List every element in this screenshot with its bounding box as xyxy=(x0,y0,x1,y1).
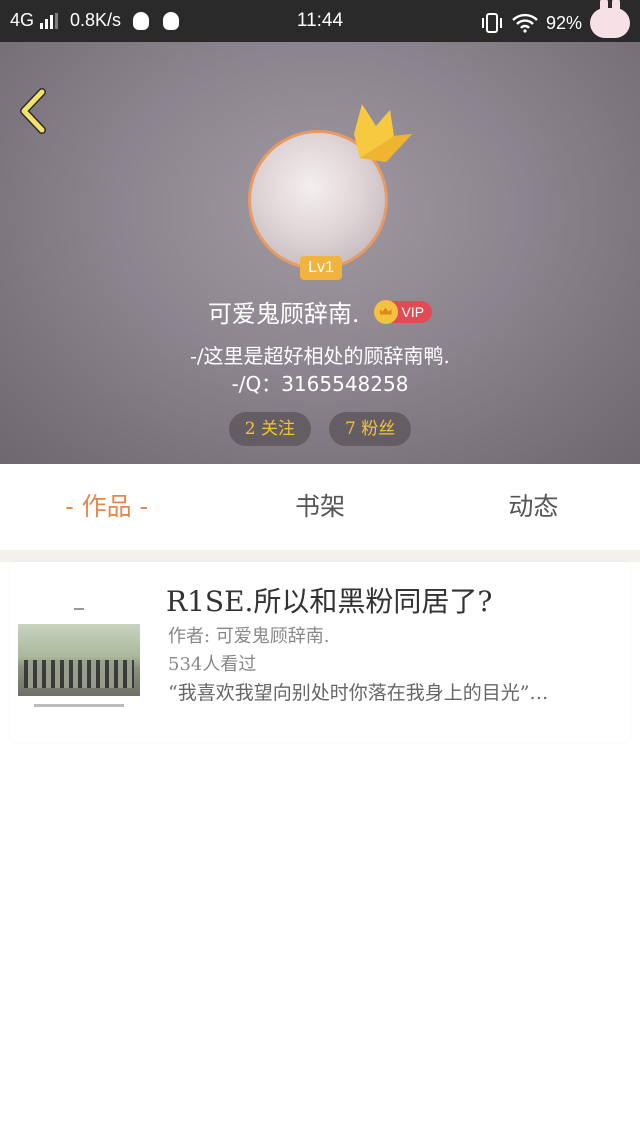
back-arrow-icon[interactable] xyxy=(16,86,52,136)
work-excerpt: “我喜欢我望向别处时你落在我身上的目光”… xyxy=(168,682,549,704)
battery-level: 92% xyxy=(545,12,582,33)
following-button[interactable]: 2 关注 xyxy=(228,412,311,446)
tab-bar: - 作品 - 书架 动态 xyxy=(0,464,640,550)
bio-qq-line: -/Q：3165548258 xyxy=(231,372,409,396)
tab-bookshelf[interactable]: 书架 xyxy=(213,464,426,550)
work-views: 534人看过 xyxy=(168,654,257,675)
status-bar: 4G 0.8K/s 11:44 92% xyxy=(0,0,640,42)
follow-stats: 2 关注 7 粉丝 xyxy=(0,412,640,446)
divider xyxy=(0,550,640,562)
tab-works[interactable]: - 作品 - xyxy=(0,464,213,550)
profile-header: Lv1 可爱鬼顾辞南. VIP -/这里是超好相处的顾辞南鸭. -/Q：3165… xyxy=(0,42,640,464)
bio-line: -/这里是超好相处的顾辞南鸭. xyxy=(190,344,450,368)
followers-button[interactable]: 7 粉丝 xyxy=(329,412,412,446)
work-card[interactable]: R1SE.所以和黑粉同居了? 作者: 可爱鬼顾辞南. 534人看过 “我喜欢我望… xyxy=(10,562,630,742)
status-right: 92% xyxy=(480,0,630,38)
bio: -/这里是超好相处的顾辞南鸭. -/Q：3165548258 xyxy=(0,342,640,398)
vip-badge[interactable]: VIP xyxy=(373,299,433,324)
level-badge: Lv1 xyxy=(300,256,342,280)
wifi-icon xyxy=(512,13,538,33)
work-author: 作者: 可爱鬼顾辞南. xyxy=(168,626,330,647)
vip-crown-icon xyxy=(373,299,398,324)
work-title[interactable]: R1SE.所以和黑粉同居了? xyxy=(166,580,492,620)
name-row: 可爱鬼顾辞南. VIP xyxy=(0,294,640,329)
vibrate-icon xyxy=(481,13,502,33)
bunny-icon xyxy=(590,0,630,38)
crown-icon xyxy=(354,104,412,162)
work-cover-image[interactable] xyxy=(18,590,140,726)
vip-label: VIP xyxy=(401,303,425,320)
tab-activity[interactable]: 动态 xyxy=(427,464,640,550)
username: 可爱鬼顾辞南. xyxy=(207,300,360,328)
